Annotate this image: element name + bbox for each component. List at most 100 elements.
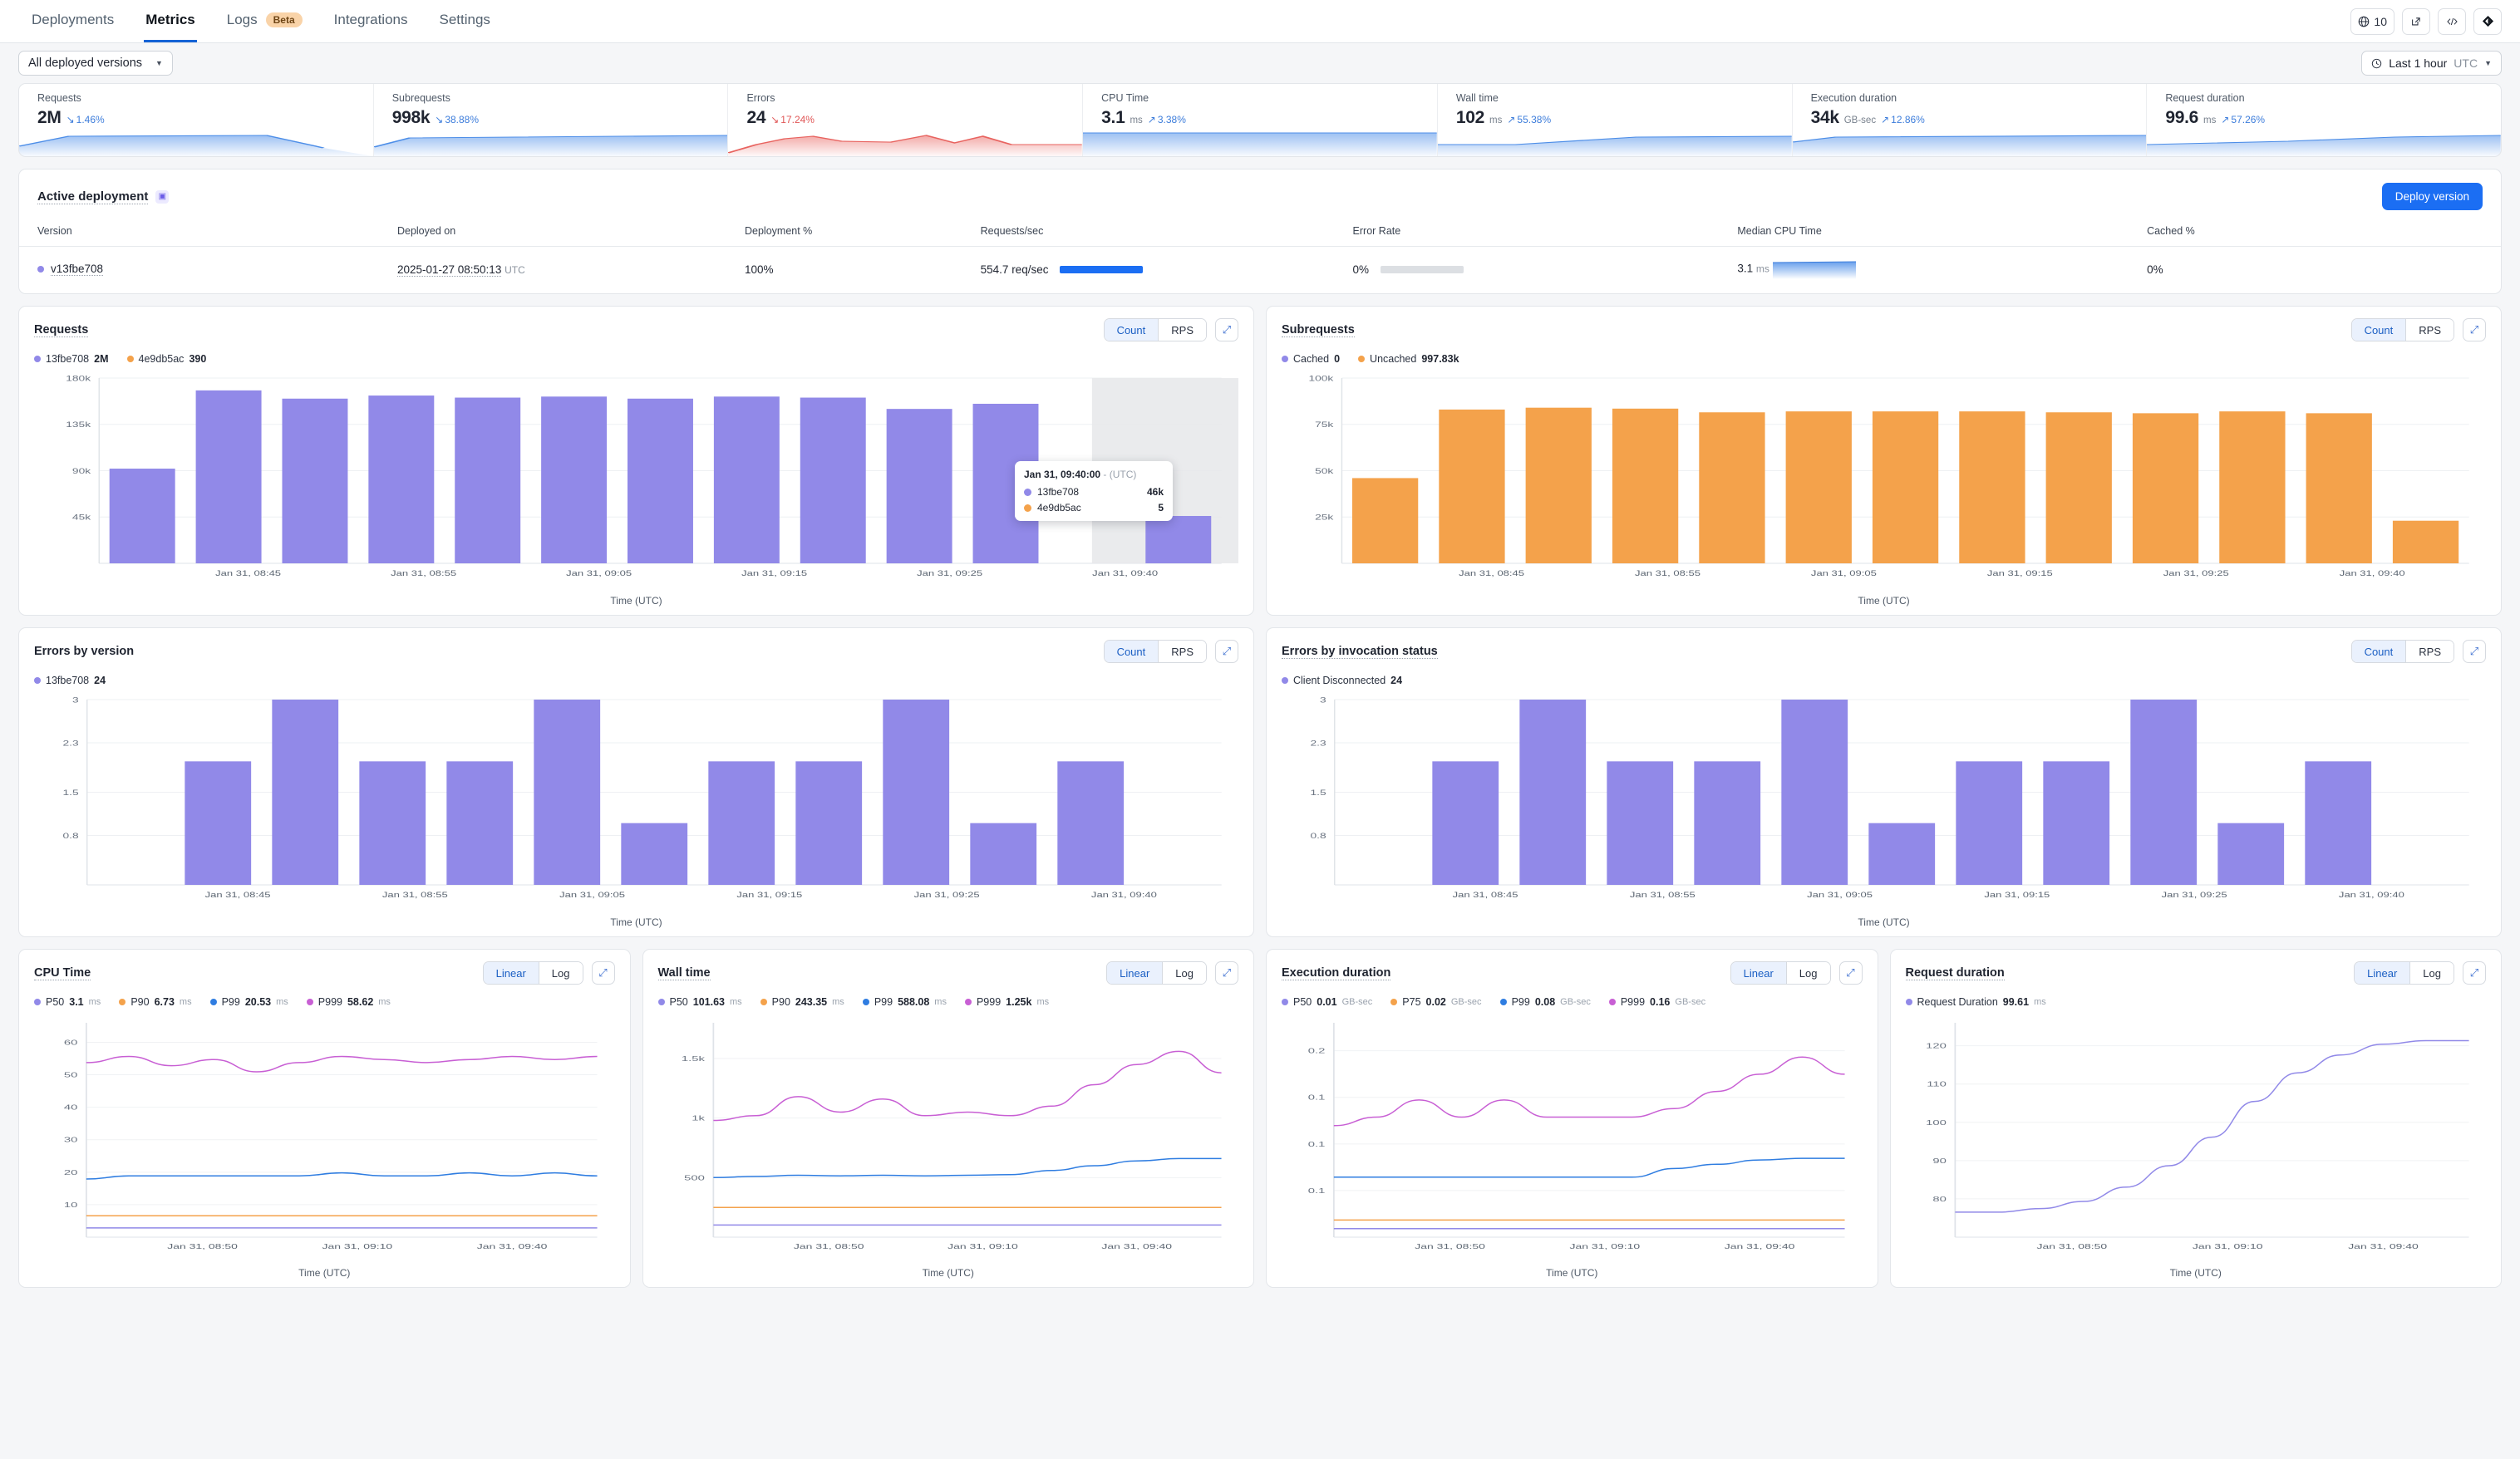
column-header-requests/sec: Requests/sec bbox=[962, 215, 1335, 247]
cpu-time-scale-toggle[interactable]: Linear Log bbox=[482, 961, 583, 985]
wall-time-scale-toggle[interactable]: Linear Log bbox=[1106, 961, 1207, 985]
legend-color-dot bbox=[1390, 999, 1398, 1005]
cpu-time-toggle-linear[interactable]: Linear bbox=[483, 962, 539, 984]
workers-logo-button[interactable] bbox=[2473, 7, 2502, 35]
kpi-card-subrequests: Subrequests 998k ↘ 38.88% bbox=[373, 84, 729, 156]
requests-toggle-count[interactable]: Count bbox=[1104, 319, 1159, 341]
view-code-button[interactable] bbox=[2438, 7, 2466, 35]
requests-plot[interactable]: 45k 90k 135k 180k Jan 31, 08:45 Jan 31, 08:55… bbox=[34, 371, 1238, 592]
requests-toggle-rps[interactable]: RPS bbox=[1158, 319, 1206, 341]
legend-item[interactable]: 4e9db5ac 390 bbox=[126, 353, 207, 365]
legend-item[interactable]: Cached 0 bbox=[1282, 353, 1340, 365]
wall-time-plot[interactable]: 500 1k 1.5k Jan 31, 08:50 Jan 31, 09:10 Jan 3… bbox=[658, 1014, 1239, 1264]
legend-item[interactable]: P99 588.08 ms bbox=[862, 996, 947, 1008]
cpu-time-plot[interactable]: 10 20 30 40 50 60 Jan 31, 08:50 Jan 31, 09:10 Ja… bbox=[34, 1014, 615, 1264]
svg-text:Jan 31, 08:55: Jan 31, 08:55 bbox=[1630, 892, 1696, 900]
legend-item[interactable]: 13fbe708 2M bbox=[34, 353, 109, 365]
errors-by-version-toggle[interactable]: Count RPS bbox=[1103, 640, 1207, 663]
request-duration-expand-button[interactable]: ⤢ bbox=[2463, 961, 2486, 985]
legend-item[interactable]: 13fbe708 24 bbox=[34, 675, 106, 686]
legend-item[interactable]: P50 101.63 ms bbox=[657, 996, 742, 1008]
legend-item[interactable]: P999 0.16 GB-sec bbox=[1608, 996, 1705, 1008]
legend-series-value: 588.08 bbox=[898, 996, 930, 1008]
execution-duration-toggle-linear[interactable]: Linear bbox=[1730, 962, 1786, 984]
execution-duration-scale-toggle[interactable]: Linear Log bbox=[1730, 961, 1831, 985]
legend-color-dot bbox=[1608, 999, 1616, 1005]
deploy-version-button[interactable]: Deploy version bbox=[2381, 183, 2483, 210]
version-value[interactable]: v13fbe708 bbox=[51, 263, 104, 276]
deployed-versions-select[interactable]: All deployed versions ▼ bbox=[18, 51, 173, 76]
execution-duration-toggle-log[interactable]: Log bbox=[1785, 962, 1830, 984]
subrequests-unit-toggle[interactable]: Count RPS bbox=[2350, 318, 2454, 341]
nav-tab-settings[interactable]: Settings bbox=[437, 0, 491, 42]
requests-unit-toggle[interactable]: Count RPS bbox=[1103, 318, 1207, 341]
nav-tab-deployments[interactable]: Deployments bbox=[30, 0, 116, 42]
requests-chart-title: Requests bbox=[34, 322, 89, 337]
svg-text:0.1: 0.1 bbox=[1308, 1186, 1326, 1195]
request-duration-toggle-log[interactable]: Log bbox=[2409, 962, 2454, 984]
legend-color-dot bbox=[1282, 677, 1288, 684]
cpu-time-toggle-log[interactable]: Log bbox=[538, 962, 583, 984]
errors-version-toggle-rps[interactable]: RPS bbox=[1158, 641, 1206, 662]
wall-time-toggle-linear[interactable]: Linear bbox=[1107, 962, 1163, 984]
info-badge-icon[interactable]: ▣ bbox=[155, 189, 170, 204]
subrequests-expand-button[interactable]: ⤢ bbox=[2463, 318, 2486, 341]
legend-item[interactable]: Client Disconnected 24 bbox=[1282, 675, 1402, 686]
kpi-summary-strip: Requests 2M ↘ 1.46% Subrequests 998k ↘ 38.88% Er… bbox=[18, 83, 2502, 157]
legend-series-value: 390 bbox=[189, 353, 207, 365]
errors-status-toggle-rps[interactable]: RPS bbox=[2405, 641, 2454, 662]
kpi-label: Execution duration bbox=[1810, 92, 1897, 104]
globe-region-count-button[interactable]: 10 bbox=[2350, 7, 2394, 35]
tooltip-row: 13fbe708 46k bbox=[1024, 486, 1164, 498]
legend-item[interactable]: Uncached 997.83k bbox=[1358, 353, 1459, 365]
kpi-unit: ms bbox=[1489, 115, 1503, 125]
errors-by-status-toggle[interactable]: Count RPS bbox=[2350, 640, 2454, 663]
kpi-sparkline bbox=[2147, 128, 2501, 156]
table-row[interactable]: v13fbe708 2025-01-27 08:50:13 UTC 100% 5… bbox=[19, 247, 2501, 294]
errors-by-status-expand-button[interactable]: ⤢ bbox=[2463, 640, 2486, 663]
execution-duration-plot[interactable]: 0.1 0.1 0.1 0.2 Jan 31, 08:50 Jan 31, 09:10 Ja… bbox=[1282, 1014, 1863, 1264]
execution-duration-card: Execution duration Linear Log ⤢ P50 0.01 G… bbox=[1266, 949, 1878, 1288]
legend-series-name: P90 bbox=[771, 996, 790, 1008]
errors-by-version-plot[interactable]: 0.8 1.5 2.3 3 Jan 31, 08:45 Jan 31, 08:55 Jan … bbox=[34, 693, 1238, 913]
legend-item[interactable]: P99 20.53 ms bbox=[209, 996, 288, 1008]
wall-time-expand-button[interactable]: ⤢ bbox=[1215, 961, 1238, 985]
nav-tab-metrics[interactable]: Metrics bbox=[144, 0, 197, 42]
nav-tab-integrations[interactable]: Integrations bbox=[332, 0, 410, 42]
errors-by-status-plot[interactable]: 0.8 1.5 2.3 3 Jan 31, 08:45 Jan 31, 08:55 Jan … bbox=[1282, 693, 2486, 913]
nav-tab-logs[interactable]: Logs Beta bbox=[225, 0, 304, 42]
subrequests-toggle-count[interactable]: Count bbox=[2351, 319, 2406, 341]
errors-by-version-expand-button[interactable]: ⤢ bbox=[1215, 640, 1238, 663]
time-range-select[interactable]: Last 1 hour UTC ▼ bbox=[2361, 51, 2502, 76]
request-duration-toggle-linear[interactable]: Linear bbox=[2355, 962, 2410, 984]
errors-version-toggle-count[interactable]: Count bbox=[1104, 641, 1159, 662]
request-duration-plot[interactable]: 80 90 100 110 120 Jan 31, 08:50 Jan 31, 09:10 J… bbox=[1906, 1014, 2487, 1264]
kpi-label: CPU Time bbox=[1101, 92, 1149, 104]
cpu-time-expand-button[interactable]: ⤢ bbox=[591, 961, 615, 985]
svg-text:Jan 31, 09:05: Jan 31, 09:05 bbox=[1811, 570, 1877, 578]
legend-item[interactable]: P999 1.25k ms bbox=[964, 996, 1049, 1008]
legend-item[interactable]: P99 0.08 GB-sec bbox=[1499, 996, 1591, 1008]
subrequests-toggle-rps[interactable]: RPS bbox=[2405, 319, 2454, 341]
legend-item[interactable]: P999 58.62 ms bbox=[306, 996, 391, 1008]
open-external-button[interactable] bbox=[2402, 7, 2430, 35]
legend-item[interactable]: P75 0.02 GB-sec bbox=[1390, 996, 1482, 1008]
requests-x-axis-label: Time (UTC) bbox=[610, 595, 662, 607]
errors-status-toggle-count[interactable]: Count bbox=[2351, 641, 2406, 662]
requests-expand-button[interactable]: ⤢ bbox=[1215, 318, 1238, 341]
kpi-sparkline bbox=[728, 128, 1083, 156]
svg-text:Jan 31, 09:15: Jan 31, 09:15 bbox=[741, 570, 807, 578]
subrequests-plot[interactable]: 25k 50k 75k 100k Jan 31, 08:45 Jan 31, 08:55 J… bbox=[1282, 371, 2486, 592]
requests-tooltip: Jan 31, 09:40:00 - (UTC) 13fbe708 46k 4e… bbox=[1015, 461, 1173, 521]
execution-duration-expand-button[interactable]: ⤢ bbox=[1838, 961, 1863, 985]
legend-item[interactable]: Request Duration 99.61 ms bbox=[1905, 996, 2046, 1008]
legend-item[interactable]: P90 243.35 ms bbox=[760, 996, 844, 1008]
cpu-time-card: CPU Time Linear Log ⤢ P50 3.1 ms P90 6.73 ms P… bbox=[18, 949, 631, 1288]
legend-item[interactable]: P90 6.73 ms bbox=[119, 996, 192, 1008]
wall-time-toggle-log[interactable]: Log bbox=[1162, 962, 1206, 984]
legend-series-name: 13fbe708 bbox=[46, 353, 90, 365]
request-duration-scale-toggle[interactable]: Linear Log bbox=[2354, 961, 2454, 985]
tooltip-series-value: 46k bbox=[1146, 486, 1164, 498]
legend-item[interactable]: P50 0.01 GB-sec bbox=[1282, 996, 1372, 1008]
legend-item[interactable]: P50 3.1 ms bbox=[34, 996, 101, 1008]
